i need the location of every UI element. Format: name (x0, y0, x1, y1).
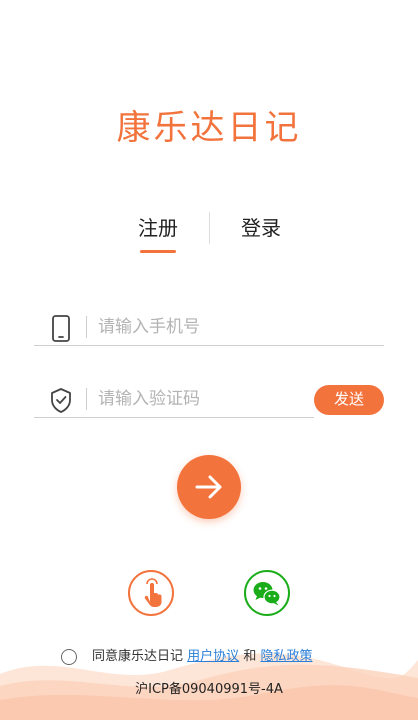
agreement-prefix: 同意康乐达日记 (92, 649, 184, 664)
code-field (34, 382, 314, 418)
arrow-right-icon (195, 475, 222, 499)
app-logo: 康乐达日记 (116, 108, 302, 148)
phone-field-separator (86, 316, 87, 338)
agreement-row: 同意康乐达日记 用户协议 和 隐私政策 (0, 648, 418, 668)
tab-divider (209, 212, 210, 244)
auth-tabs: 注册 登录 (0, 210, 418, 253)
privacy-policy-link[interactable]: 隐私政策 (260, 649, 312, 664)
tab-login[interactable]: 登录 (211, 210, 311, 246)
wechat-login-button[interactable] (244, 570, 290, 616)
active-tab-indicator (140, 250, 176, 253)
agree-radio[interactable] (61, 649, 77, 665)
phone-icon (48, 313, 74, 343)
user-agreement-link[interactable]: 用户协议 (187, 649, 239, 664)
send-code-button[interactable]: 发送 (314, 385, 384, 415)
wechat-icon (253, 582, 281, 606)
submit-button[interactable] (177, 455, 241, 519)
touch-login-button[interactable] (128, 570, 174, 616)
phone-field (34, 310, 384, 346)
tab-register[interactable]: 注册 (108, 210, 208, 246)
shield-check-icon (48, 385, 74, 415)
verification-code-input[interactable] (98, 382, 308, 416)
icp-license: 沪ICP备09040991号-4A (135, 682, 283, 697)
agreement-conjunction: 和 (243, 649, 257, 664)
touch-login-icon (144, 578, 162, 607)
code-field-separator (86, 388, 87, 410)
phone-input[interactable] (98, 310, 378, 344)
